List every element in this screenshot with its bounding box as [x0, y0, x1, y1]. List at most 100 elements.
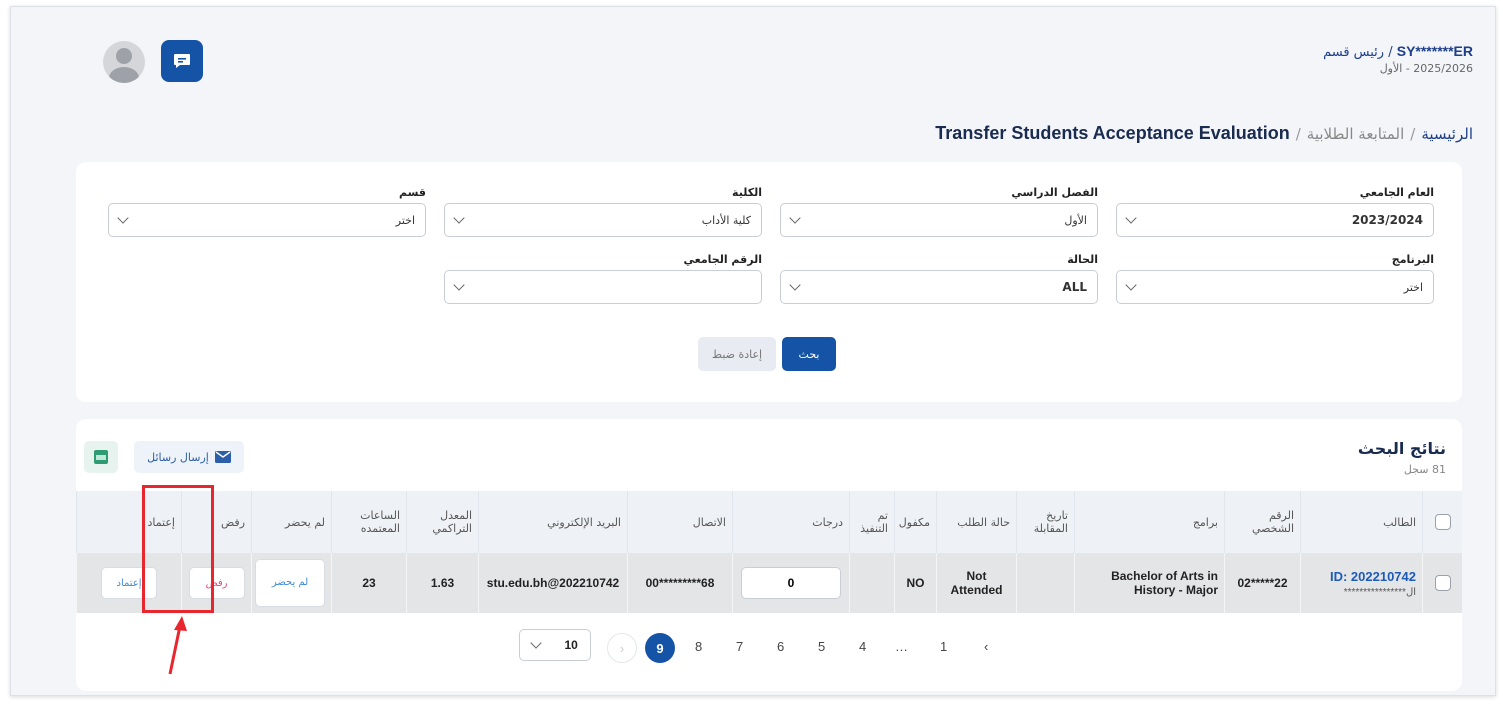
semester-field: الفصل الدراسي الأول	[780, 186, 1098, 237]
page-7-button[interactable]: 7	[736, 639, 743, 654]
breadcrumb-section[interactable]: المتابعة الطلابية	[1307, 125, 1404, 143]
college-field: الكلية كلية الأداب	[444, 186, 762, 237]
college-select[interactable]: كلية الأداب	[444, 203, 762, 237]
user-role: / رئيس قسم	[1323, 45, 1393, 60]
app-window: SY*******ER / رئيس قسم 2025/2026 - الأول…	[10, 6, 1496, 696]
chevron-down-icon	[1125, 279, 1137, 291]
user-name: SY*******ER	[1396, 43, 1473, 59]
college-value: كلية الأداب	[701, 213, 751, 227]
mark-absent-button[interactable]: لم يحضر	[255, 559, 325, 607]
col-personal-id[interactable]: الرقم الشخصي	[1224, 491, 1301, 553]
program-select[interactable]: اختر	[1116, 270, 1434, 304]
department-field: قسم اختر	[108, 186, 426, 237]
annotation-arrow-icon	[168, 616, 187, 675]
department-select[interactable]: اختر	[108, 203, 426, 237]
program-cell: Bachelor of Arts in History - Major	[1074, 553, 1225, 613]
highlight-box	[142, 485, 214, 613]
results-count: 81 سجل	[1403, 463, 1446, 476]
excel-file-icon	[94, 450, 108, 464]
university-id-field: الرقم الجامعي	[444, 253, 762, 304]
breadcrumb-separator: /	[1410, 125, 1416, 143]
col-student[interactable]: الطالب	[1300, 491, 1423, 553]
status-value: ALL	[1062, 280, 1087, 294]
row-checkbox[interactable]	[1434, 575, 1451, 591]
page-8-button[interactable]: 8	[695, 639, 702, 654]
status-select[interactable]: ALL	[780, 270, 1098, 304]
col-interview-date[interactable]: تاريخ المقابلة	[1016, 491, 1075, 553]
page-6-button[interactable]: 6	[777, 639, 784, 654]
col-contact[interactable]: الاتصال	[627, 491, 733, 553]
status-label: الحالة	[1067, 253, 1098, 266]
semester-select[interactable]: الأول	[780, 203, 1098, 237]
chevron-down-icon	[530, 637, 542, 649]
messages-button[interactable]	[161, 40, 203, 82]
send-messages-button[interactable]: إرسال رسائل	[134, 441, 244, 473]
page-4-button[interactable]: 4	[859, 639, 866, 654]
contact-cell: 68*********00	[627, 553, 733, 613]
results-table: الطالب الرقم الشخصي برامج تاريخ المقابلة…	[76, 491, 1462, 613]
request-status-cell: Not Attended	[936, 553, 1017, 613]
user-info: SY*******ER / رئيس قسم 2025/2026 - الأول	[1323, 43, 1473, 75]
university-id-label: الرقم الجامعي	[683, 253, 762, 266]
results-title: نتائج البحث	[1357, 439, 1446, 458]
program-value: اختر	[1403, 280, 1423, 294]
student-id-link[interactable]: ID: 202210742	[1307, 569, 1416, 584]
program-field: البرنامج اختر	[1116, 253, 1434, 304]
col-sponsored[interactable]: مكفول	[894, 491, 937, 553]
sponsored-cell: NO	[894, 553, 937, 613]
breadcrumb-home[interactable]: الرئيسية	[1421, 125, 1473, 143]
grade-input[interactable]	[741, 567, 841, 599]
status-field: الحالة ALL	[780, 253, 1098, 304]
user-avatar[interactable]	[103, 41, 145, 83]
page-9-button[interactable]: 9	[645, 633, 675, 663]
results-panel: نتائج البحث 81 سجل إرسال رسائل الطالب ال…	[76, 419, 1462, 691]
chevron-down-icon	[453, 212, 465, 224]
select-all-checkbox[interactable]	[1434, 514, 1451, 530]
semester-label: الفصل الدراسي	[1011, 186, 1098, 199]
col-credit-hours[interactable]: الساعات المعتمده	[331, 491, 407, 553]
student-name: ال****************	[1343, 586, 1416, 598]
avatar-body	[109, 67, 139, 83]
current-term: 2025/2026 - الأول	[1379, 62, 1473, 75]
prev-page-button[interactable]: ‹	[984, 639, 988, 654]
page-1-button[interactable]: 1	[940, 639, 947, 654]
page-title: Transfer Students Acceptance Evaluation	[935, 123, 1290, 143]
export-excel-button[interactable]	[84, 441, 118, 473]
next-page-button[interactable]: ›	[607, 633, 637, 663]
col-request-status[interactable]: حالة الطلب	[936, 491, 1017, 553]
filters-panel: العام الجامعي 2023/2024 الفصل الدراسي ال…	[76, 162, 1462, 402]
executed-cell	[849, 553, 895, 613]
gpa-cell: 1.63	[406, 553, 479, 613]
university-id-select[interactable]	[444, 270, 762, 304]
col-gpa[interactable]: المعدل التراكمي	[406, 491, 479, 553]
search-button[interactable]: بحث	[782, 337, 836, 371]
page-size-value: 10	[564, 638, 578, 652]
col-email[interactable]: البريد الإلكتروني	[478, 491, 628, 553]
chevron-down-icon	[789, 279, 801, 291]
col-grades[interactable]: درجات	[732, 491, 850, 553]
table-row: ID: 202210742 ال**************** 22*****…	[76, 553, 1462, 613]
pagination: 10 › 9 8 7 6 5 4 … 1 ‹	[76, 629, 1462, 669]
breadcrumb-separator: /	[1295, 125, 1301, 143]
col-executed[interactable]: تم التنفيذ	[849, 491, 895, 553]
page-size-select[interactable]: 10	[519, 629, 591, 661]
semester-value: الأول	[1064, 213, 1087, 227]
personal-id-cell: 22*****02	[1224, 553, 1301, 613]
table-header-row: الطالب الرقم الشخصي برامج تاريخ المقابلة…	[76, 491, 1462, 553]
breadcrumb: الرئيسية / المتابعة الطلابية / Transfer …	[935, 123, 1473, 144]
page-5-button[interactable]: 5	[818, 639, 825, 654]
avatar-head	[116, 48, 132, 64]
academic-year-select[interactable]: 2023/2024	[1116, 203, 1434, 237]
page-ellipsis[interactable]: …	[895, 639, 908, 654]
chevron-down-icon	[789, 212, 801, 224]
academic-year-label: العام الجامعي	[1359, 186, 1434, 199]
department-label: قسم	[398, 186, 426, 199]
academic-year-value: 2023/2024	[1351, 213, 1423, 227]
department-value: اختر	[395, 213, 415, 227]
chevron-down-icon	[1125, 212, 1137, 224]
reset-button[interactable]: إعادة ضبط	[698, 337, 776, 371]
col-programs[interactable]: برامج	[1074, 491, 1225, 553]
email-cell: stu.edu.bh@202210742	[478, 553, 628, 613]
academic-year-field: العام الجامعي 2023/2024	[1116, 186, 1434, 237]
interview-date-cell	[1016, 553, 1075, 613]
